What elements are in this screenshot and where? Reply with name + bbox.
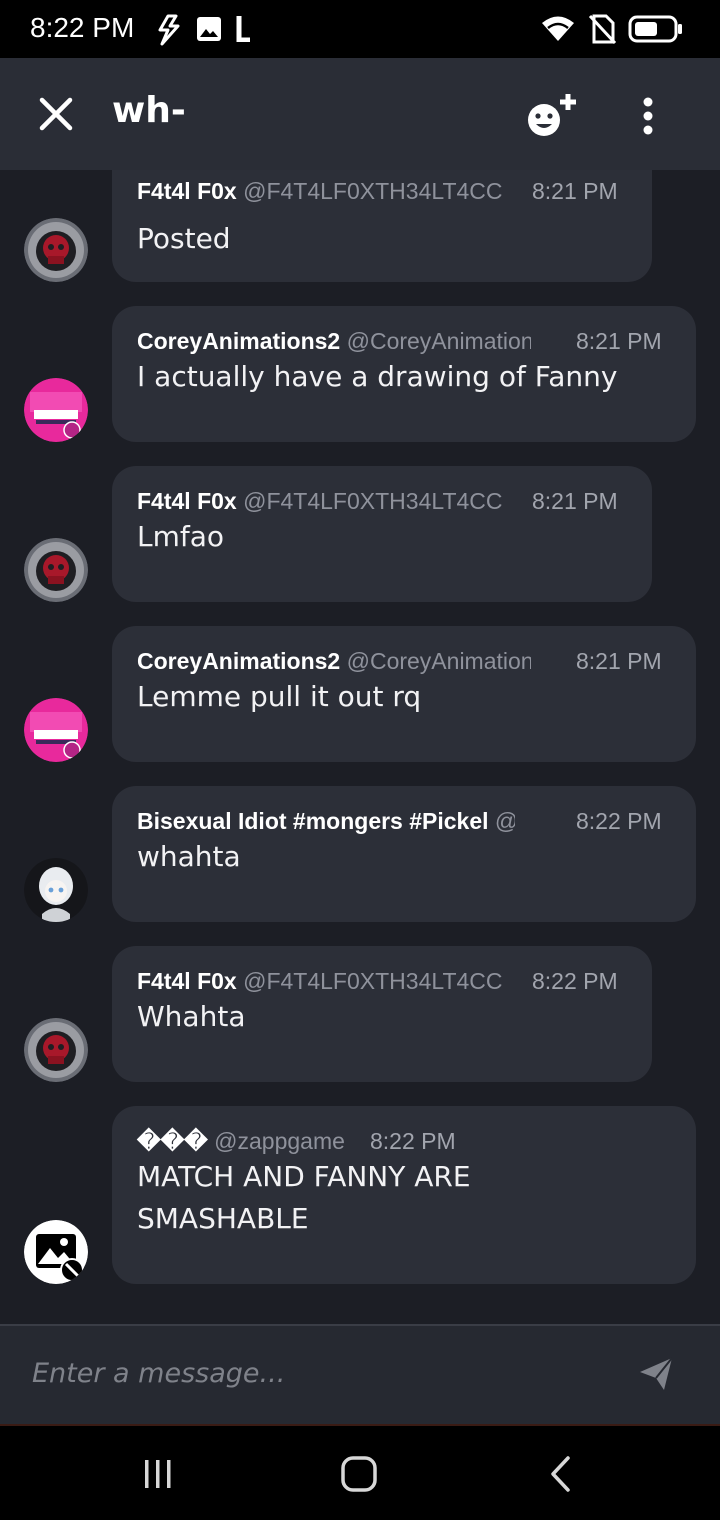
pink-helmet-avatar[interactable] bbox=[24, 698, 88, 762]
message-bubble[interactable]: CoreyAnimations2 @CoreyAnimation 8:21 PM… bbox=[112, 306, 696, 442]
message-meta: Bisexual Idiot #mongers #Pickel @ bbox=[137, 808, 515, 835]
image-icon bbox=[197, 17, 221, 41]
message-handle: @zappgame bbox=[214, 1128, 345, 1154]
message-bubble[interactable]: F4t4l F0x @F4T4LF0XTH34LT4CC 8:22 PM Wha… bbox=[112, 946, 652, 1082]
more-vertical-icon[interactable] bbox=[634, 96, 662, 136]
message-text: SMASHABLE bbox=[137, 1202, 309, 1235]
message-meta: ��� @zappgame bbox=[137, 1128, 345, 1155]
home-icon[interactable] bbox=[340, 1455, 378, 1493]
message-author[interactable]: ��� bbox=[137, 1128, 208, 1154]
message-author[interactable]: F4t4l F0x bbox=[137, 968, 237, 994]
recent-apps-icon[interactable] bbox=[140, 1456, 176, 1492]
message-author[interactable]: F4t4l F0x bbox=[137, 178, 237, 204]
message-text: Whahta bbox=[137, 1000, 246, 1033]
no-sim-icon bbox=[588, 14, 616, 44]
message-time: 8:22 PM bbox=[576, 808, 662, 834]
message-time: 8:21 PM bbox=[532, 178, 618, 204]
skull-red-avatar[interactable] bbox=[24, 218, 88, 282]
send-icon[interactable] bbox=[638, 1356, 674, 1392]
message-meta: F4t4l F0x @F4T4LF0XTH34LT4CC bbox=[137, 488, 503, 515]
white-hair-avatar[interactable] bbox=[24, 858, 88, 922]
add-emoji-icon[interactable] bbox=[524, 90, 580, 140]
battery-icon bbox=[628, 15, 682, 43]
message-handle: @CoreyAnimation bbox=[346, 328, 531, 354]
message-bubble[interactable]: Bisexual Idiot #mongers #Pickel @ 8:22 P… bbox=[112, 786, 696, 922]
message-author[interactable]: CoreyAnimations2 bbox=[137, 328, 340, 354]
message-bubble[interactable]: ��� @zappgame 8:22 PM MATCH AND FANNY AR… bbox=[112, 1106, 696, 1284]
wifi-icon bbox=[542, 16, 574, 41]
message-handle: @F4T4LF0XTH34LT4CC bbox=[243, 968, 503, 994]
message-time: 8:21 PM bbox=[576, 648, 662, 674]
status-time: 8:22 PM bbox=[30, 12, 135, 43]
message-bubble[interactable]: F4t4l F0x @F4T4LF0XTH34LT4CC 8:21 PM Lmf… bbox=[112, 466, 652, 602]
message-text: Lmfao bbox=[137, 520, 225, 553]
message-handle: @F4T4LF0XTH34LT4CC bbox=[243, 488, 503, 514]
message-author[interactable]: CoreyAnimations2 bbox=[137, 648, 340, 674]
status-bar: 8:22 PM bbox=[0, 0, 720, 62]
message-list[interactable]: F4t4l F0x @F4T4LF0XTH34LT4CC 8:21 PM Pos… bbox=[0, 170, 720, 1324]
message-time: 8:21 PM bbox=[532, 488, 618, 514]
message-meta: F4t4l F0x @F4T4LF0XTH34LT4CC bbox=[137, 178, 503, 205]
message-author[interactable]: Bisexual Idiot #mongers #Pickel bbox=[137, 808, 489, 834]
chat-header: wh- bbox=[0, 58, 720, 170]
message-composer bbox=[0, 1324, 720, 1424]
message-input[interactable] bbox=[32, 1348, 592, 1398]
broken-image-avatar[interactable] bbox=[24, 1220, 88, 1284]
message-text: whahta bbox=[137, 840, 241, 873]
back-icon[interactable] bbox=[546, 1455, 574, 1493]
flash-icon bbox=[158, 14, 180, 46]
message-handle: @CoreyAnimation bbox=[346, 648, 531, 674]
message-meta: F4t4l F0x @F4T4LF0XTH34LT4CC bbox=[137, 968, 503, 995]
pink-helmet-avatar[interactable] bbox=[24, 378, 88, 442]
message-bubble[interactable]: CoreyAnimations2 @CoreyAnimation 8:21 PM… bbox=[112, 626, 696, 762]
message-handle: @ bbox=[495, 808, 515, 835]
skull-red-avatar[interactable] bbox=[24, 1018, 88, 1082]
message-author[interactable]: F4t4l F0x bbox=[137, 488, 237, 514]
message-text: Posted bbox=[137, 222, 231, 255]
message-text: MATCH AND FANNY ARE bbox=[137, 1160, 471, 1193]
message-text: I actually have a drawing of Fanny bbox=[137, 360, 618, 393]
close-icon[interactable] bbox=[36, 94, 76, 134]
message-bubble[interactable]: F4t4l F0x @F4T4LF0XTH34LT4CC 8:21 PM Pos… bbox=[112, 170, 652, 282]
message-meta: CoreyAnimations2 @CoreyAnimation bbox=[137, 648, 531, 675]
l-icon bbox=[236, 16, 250, 42]
chat-title: wh- bbox=[112, 90, 186, 131]
skull-red-avatar[interactable] bbox=[24, 538, 88, 602]
system-nav-bar bbox=[0, 1424, 720, 1520]
message-text: Lemme pull it out rq bbox=[137, 680, 422, 713]
message-handle: @F4T4LF0XTH34LT4CC bbox=[243, 178, 503, 204]
message-meta: CoreyAnimations2 @CoreyAnimation bbox=[137, 328, 531, 355]
message-time: 8:22 PM bbox=[532, 968, 618, 994]
message-time: 8:21 PM bbox=[576, 328, 662, 354]
message-time: 8:22 PM bbox=[370, 1128, 456, 1154]
